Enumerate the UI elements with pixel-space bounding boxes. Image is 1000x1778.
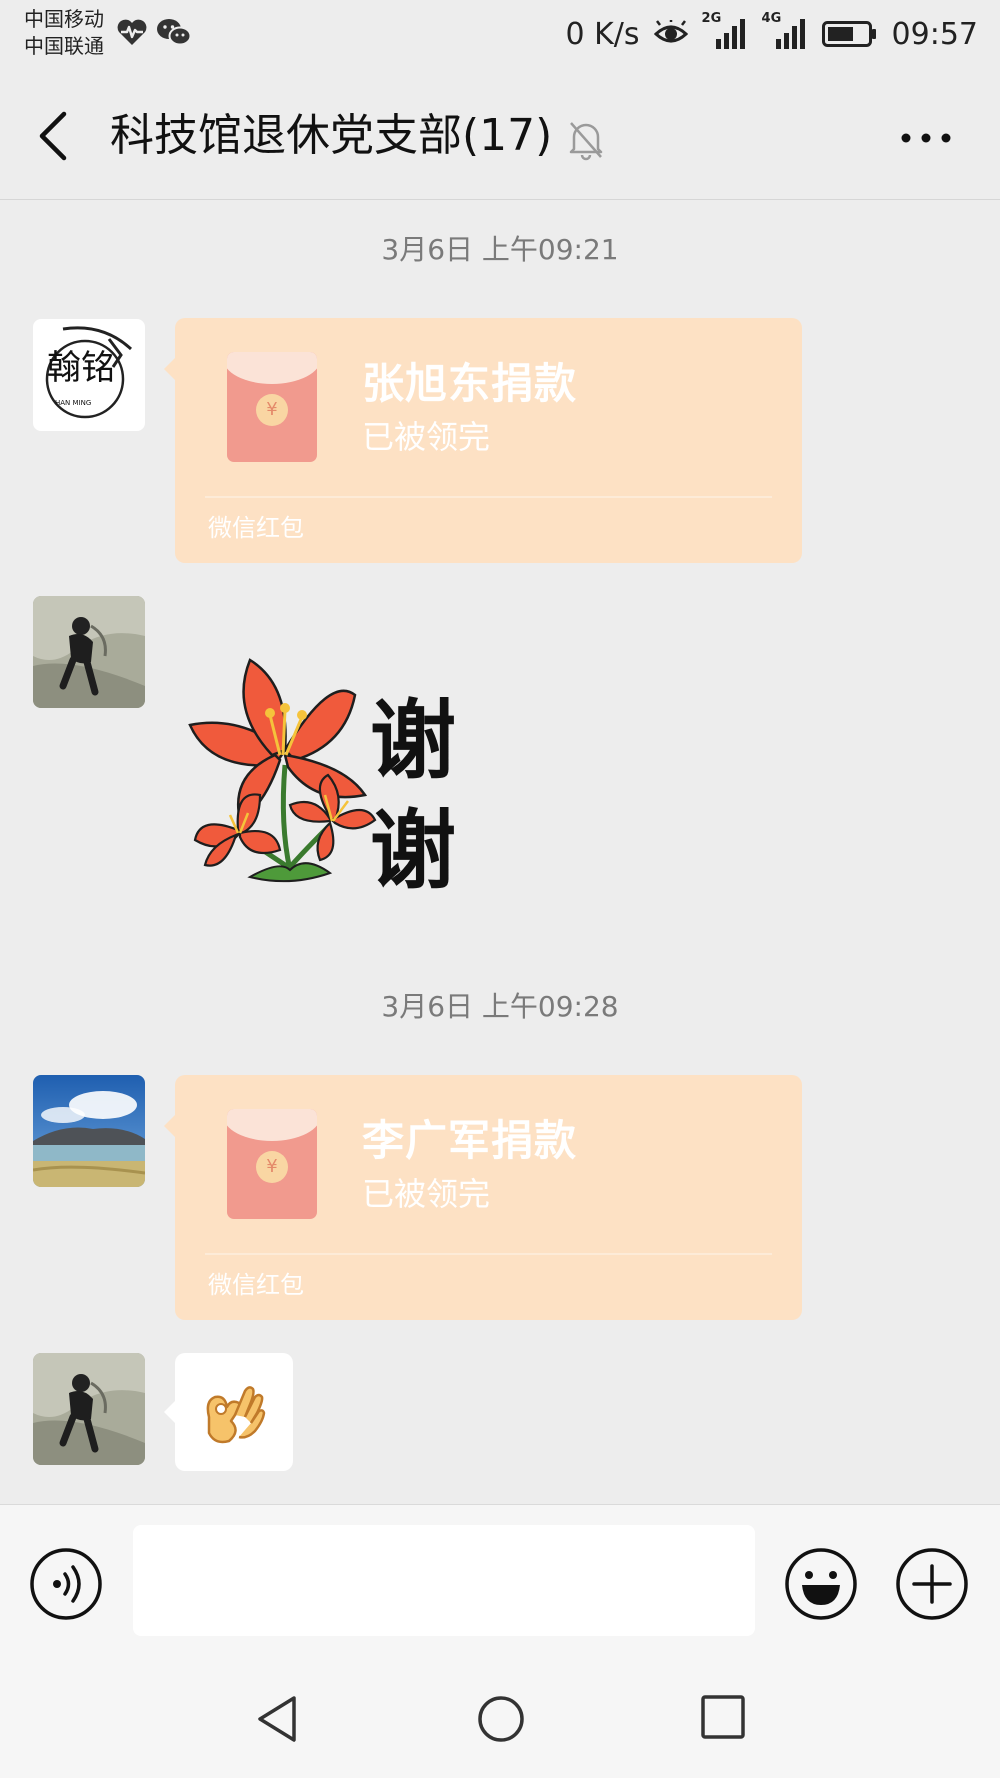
sticker-message[interactable]: 谢 谢 bbox=[180, 655, 510, 901]
timestamp: 3月6日 上午09:21 bbox=[381, 233, 619, 266]
chat-title: 科技馆退休党支部(17) bbox=[110, 110, 553, 161]
ok-hand-icon bbox=[206, 1386, 266, 1444]
avatar-subtext: HAN MING bbox=[55, 399, 91, 407]
plus-icon[interactable] bbox=[895, 1547, 969, 1621]
wechat-icon bbox=[157, 19, 192, 46]
bubble-tail bbox=[164, 358, 175, 380]
voice-icon[interactable] bbox=[29, 1547, 103, 1621]
yuan-coin-icon: ¥ bbox=[256, 394, 288, 426]
landscape-photo-avatar bbox=[33, 1075, 145, 1187]
carrier-labels: 中国移动 中国联通 bbox=[24, 6, 104, 60]
bubble-tail bbox=[164, 1115, 175, 1137]
divider bbox=[205, 1253, 772, 1255]
nav-back-icon[interactable] bbox=[254, 1694, 302, 1744]
bubble-tail bbox=[164, 1401, 175, 1423]
calligraphy-logo-avatar: 翰铭 HAN MING bbox=[45, 326, 133, 419]
nav-home-icon[interactable] bbox=[476, 1694, 526, 1744]
emoji-icon[interactable] bbox=[784, 1547, 858, 1621]
carrier-1: 中国移动 bbox=[24, 7, 104, 31]
network-speed: 0 K/s bbox=[565, 16, 640, 52]
mute-bell-icon bbox=[570, 122, 603, 161]
flower-thanks-sticker: 谢 谢 bbox=[188, 658, 456, 901]
envelope-flap bbox=[227, 352, 317, 384]
back-arrow-icon[interactable] bbox=[30, 108, 80, 164]
envelope-flap bbox=[227, 1109, 317, 1141]
timestamp: 3月6日 上午09:28 bbox=[381, 990, 619, 1023]
red-envelope-icon: ¥ bbox=[227, 352, 317, 462]
navigation-bar bbox=[0, 1654, 1000, 1778]
more-dots-icon[interactable] bbox=[896, 118, 956, 158]
avatar[interactable] bbox=[33, 1075, 145, 1187]
battery-icon bbox=[821, 21, 876, 47]
sticker-text-1: 谢 bbox=[370, 691, 456, 791]
status-bar: 中国移动 中国联通 0 K/s 2G 4G 09:57 bbox=[0, 0, 1000, 70]
red-packet-title: 张旭东捐款 bbox=[362, 359, 578, 408]
heartbeat-icon bbox=[117, 19, 147, 45]
status-right: 0 K/s 2G 4G 09:57 bbox=[565, 11, 978, 54]
avatar[interactable] bbox=[33, 596, 145, 708]
input-bar bbox=[0, 1504, 1000, 1654]
avatar[interactable]: 翰铭 HAN MING bbox=[33, 319, 145, 431]
red-envelope-icon: ¥ bbox=[227, 1109, 317, 1219]
red-packet-source: 微信红包 bbox=[208, 514, 304, 542]
signal-icon bbox=[775, 19, 805, 49]
signal-1: 2G bbox=[702, 11, 748, 51]
hiker-photo-avatar bbox=[33, 1353, 145, 1465]
chat-title-wrap: 科技馆退休党支部(17) bbox=[110, 106, 606, 166]
divider bbox=[205, 496, 772, 498]
nav-recents-icon[interactable] bbox=[700, 1694, 746, 1740]
chat-header: 科技馆退休党支部(17) bbox=[0, 70, 1000, 200]
avatar-text: 翰铭 bbox=[47, 348, 115, 388]
sticker-text-2: 谢 bbox=[370, 801, 456, 895]
avatar[interactable] bbox=[33, 1353, 145, 1465]
signal-2: 4G bbox=[762, 11, 808, 51]
yuan-coin-icon: ¥ bbox=[256, 1151, 288, 1183]
red-packet-message[interactable]: ¥ 张旭东捐款 已被领完 微信红包 bbox=[164, 318, 802, 563]
red-packet-source: 微信红包 bbox=[208, 1271, 304, 1299]
signal-icon bbox=[715, 19, 745, 49]
eye-icon bbox=[653, 20, 688, 43]
hiker-photo-avatar bbox=[33, 596, 145, 708]
red-packet-status: 已被领完 bbox=[362, 418, 491, 456]
clock: 09:57 bbox=[891, 16, 978, 52]
emoji-message[interactable] bbox=[164, 1353, 293, 1471]
carrier-2: 中国联通 bbox=[24, 34, 104, 58]
message-input[interactable] bbox=[133, 1525, 755, 1636]
red-packet-status: 已被领完 bbox=[362, 1175, 491, 1213]
red-packet-title: 李广军捐款 bbox=[362, 1116, 578, 1165]
red-packet-message[interactable]: ¥ 李广军捐款 已被领完 微信红包 bbox=[164, 1075, 802, 1320]
